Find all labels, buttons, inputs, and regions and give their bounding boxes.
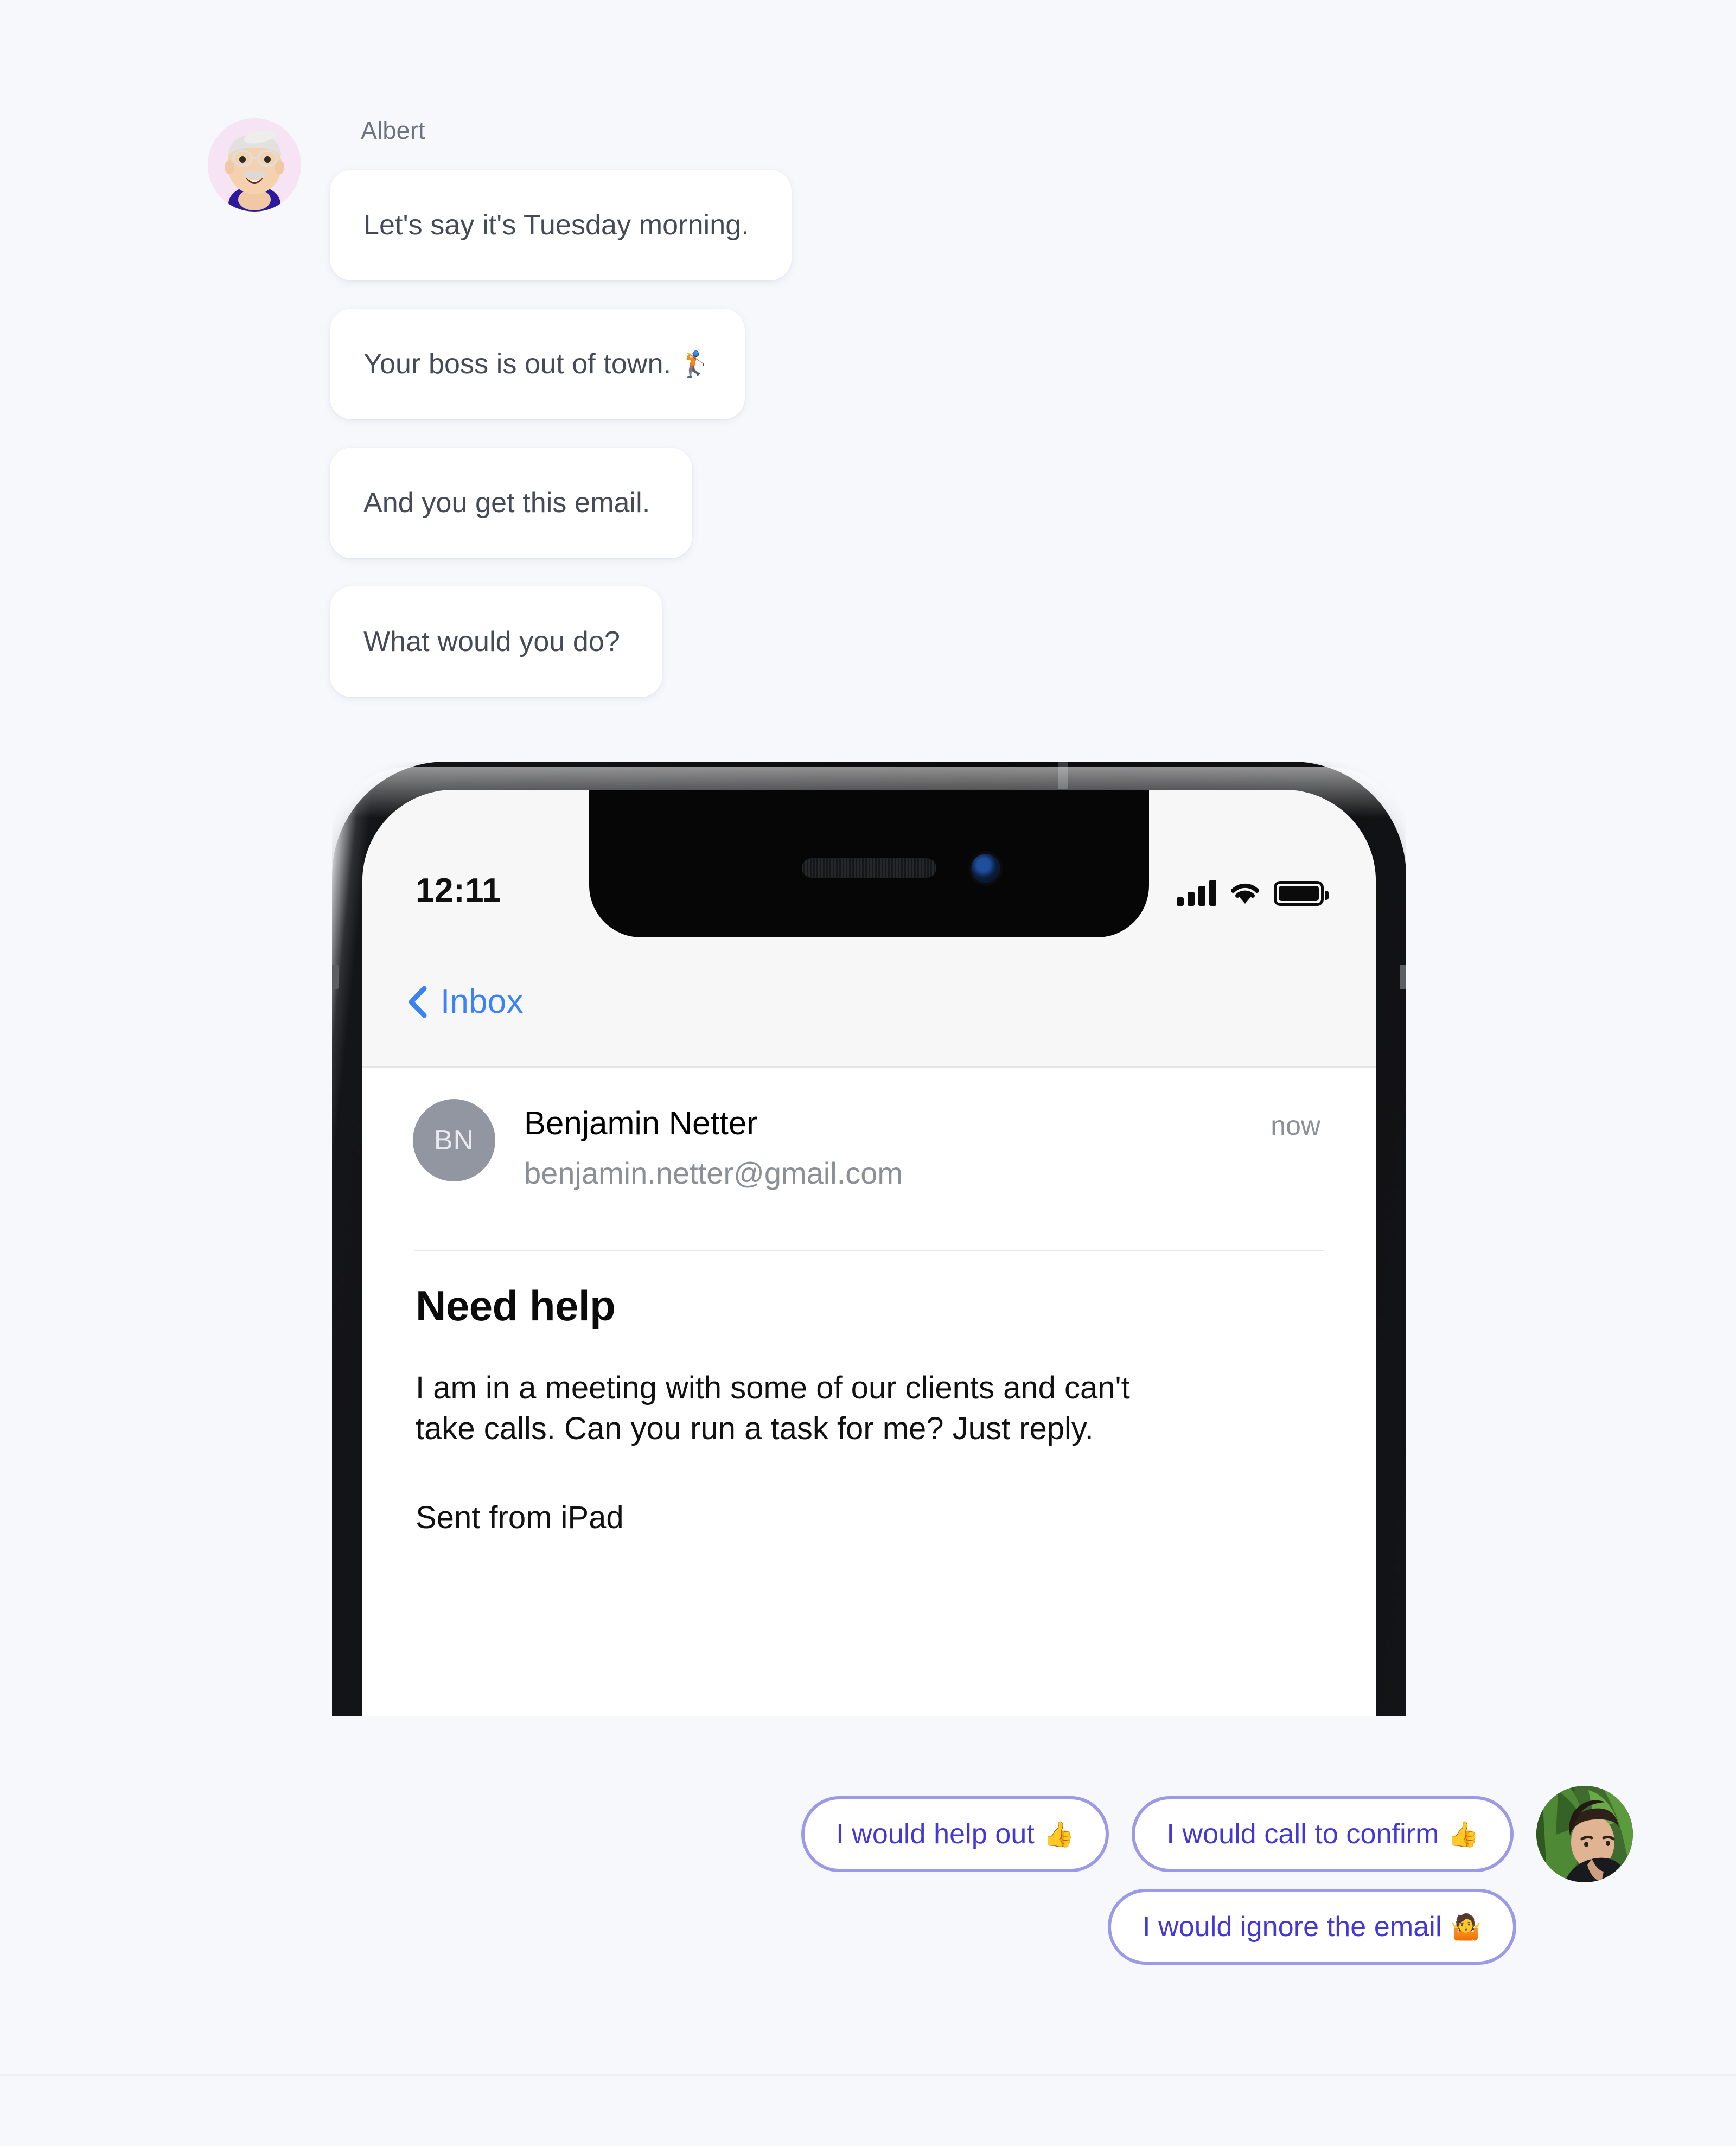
chat-bubble-text: And you get this email. (363, 487, 650, 519)
chat-bubble: Your boss is out of town. 🏌️ (330, 309, 745, 419)
reply-option-help-out[interactable]: I would help out 👍 (801, 1796, 1109, 1872)
sender-name-label: Albert (361, 117, 425, 144)
avatar-user (1536, 1786, 1633, 1882)
email-sender-address: benjamin.netter@gmail.com (524, 1156, 903, 1190)
chat-bubble: What would you do? (330, 586, 662, 697)
cellular-bars-icon (1177, 880, 1216, 906)
email-timestamp: now (1271, 1110, 1320, 1141)
phone-frame: 12:11 Inbox BN Benjamin Netter benjamin.… (332, 762, 1406, 1716)
front-camera-icon (971, 854, 1000, 883)
wifi-icon (1231, 883, 1259, 904)
back-to-inbox-button[interactable]: Inbox (407, 982, 524, 1021)
email-subject: Need help (416, 1282, 616, 1330)
chat-bubble: Let's say it's Tuesday morning. (330, 170, 792, 280)
user-photo-avatar (1536, 1786, 1633, 1882)
reply-option-label: I would ignore the email (1143, 1911, 1442, 1943)
email-body: Need help I am in a meeting with some of… (362, 1251, 1376, 1536)
antenna-band (1058, 762, 1068, 789)
shrug-icon: 🤷 (1450, 1912, 1482, 1941)
thumbs-up-icon: 👍 (1043, 1819, 1075, 1848)
phone-mockup: 12:11 Inbox BN Benjamin Netter benjamin.… (332, 762, 1406, 1716)
chat-bubble: And you get this email. (330, 448, 693, 558)
phone-screen: 12:11 Inbox BN Benjamin Netter benjamin.… (362, 790, 1376, 1716)
phone-side-button-left[interactable] (332, 965, 339, 989)
chat-bubble-text: Your boss is out of town. (363, 348, 672, 380)
chat-bubble-text: Let's say it's Tuesday morning. (363, 209, 749, 241)
chat-bubble-text: What would you do? (363, 626, 620, 657)
status-bar-time: 12:11 (416, 872, 501, 909)
status-bar-indicators (1177, 872, 1329, 906)
reply-options-row-bottom: I would ignore the email 🤷 (1108, 1889, 1516, 1965)
reply-options-row-top: I would help out 👍 I would call to confi… (801, 1786, 1633, 1882)
reply-option-ignore-email[interactable]: I would ignore the email 🤷 (1108, 1889, 1516, 1965)
email-body-text: I am in a meeting with some of our clien… (416, 1370, 1130, 1447)
sender-avatar: BN (413, 1099, 495, 1181)
reply-option-label: I would call to confirm (1166, 1818, 1439, 1850)
memoji-older-man-avatar (208, 118, 301, 212)
avatar-albert (208, 118, 301, 212)
mail-nav-bar: Inbox (362, 937, 1376, 1068)
email-header: BN Benjamin Netter benjamin.netter@gmail… (362, 1068, 1376, 1251)
earpiece-speaker-icon (802, 858, 936, 878)
phone-side-button-right[interactable] (1400, 965, 1406, 989)
chat-scenario-page: Albert Let's say it's Tuesday morning. Y… (0, 0, 1736, 2146)
reply-option-call-to-confirm[interactable]: I would call to confirm 👍 (1132, 1796, 1514, 1872)
back-label: Inbox (441, 983, 524, 1020)
page-bottom-divider (0, 2074, 1736, 2076)
email-signature: Sent from iPad (416, 1499, 624, 1535)
golfer-emoji: 🏌️ (680, 349, 711, 378)
phone-notch (589, 790, 1149, 937)
reply-option-label: I would help out (836, 1818, 1035, 1850)
chevron-left-icon (409, 986, 427, 1018)
thumbs-up-icon: 👍 (1447, 1819, 1479, 1848)
email-sender-name: Benjamin Netter (524, 1105, 758, 1141)
battery-full-icon (1274, 881, 1329, 906)
